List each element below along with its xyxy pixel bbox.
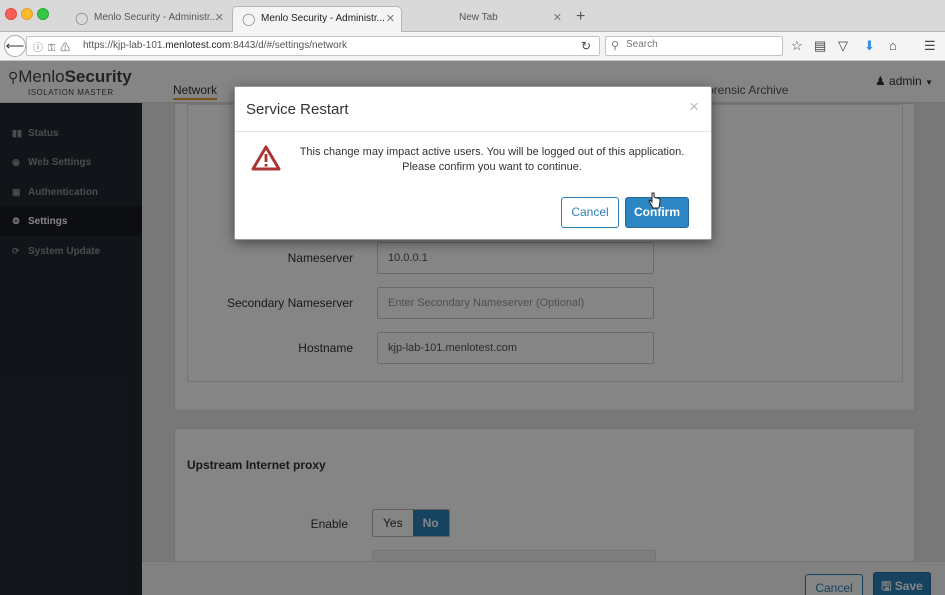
reading-list-icon[interactable]: ▤ xyxy=(814,38,826,54)
tab-close-icon[interactable]: ✕ xyxy=(386,7,395,31)
browser-tab-bar: ◯ Menlo Security - Administr... ✕ ◯ Menl… xyxy=(0,0,945,33)
service-restart-dialog: Service Restart × This change may impact… xyxy=(234,86,712,240)
new-tab-button[interactable]: + xyxy=(576,7,585,27)
hand-cursor-icon xyxy=(648,192,661,209)
modal-header: Service Restart × xyxy=(235,87,711,132)
tab-title: Menlo Security - Administr... xyxy=(261,13,385,24)
maximize-window-button[interactable] xyxy=(37,8,49,20)
url-text[interactable]: https://kjp-lab-101.menlotest.com:8443/d… xyxy=(83,40,347,51)
browser-tab-2[interactable]: ◯ Menlo Security - Administr... ✕ xyxy=(232,6,402,33)
url-bar[interactable]: ⓘ ⚿ ⚠ https://kjp-lab-101.menlotest.com:… xyxy=(26,36,600,56)
search-bar[interactable]: ⚲ xyxy=(605,36,783,56)
reload-icon[interactable]: ↻ xyxy=(581,39,591,53)
modal-message: This change may impact active users. You… xyxy=(287,145,697,175)
tab-close-icon[interactable]: ✕ xyxy=(215,6,224,30)
browser-tab-1[interactable]: ◯ Menlo Security - Administr... ✕ xyxy=(66,6,230,32)
modal-message-line-1: This change may impact active users. You… xyxy=(299,146,685,158)
close-window-button[interactable] xyxy=(5,8,17,20)
home-icon[interactable]: ⌂ xyxy=(889,38,897,54)
browser-nav-bar: ⟵ ⓘ ⚿ ⚠ https://kjp-lab-101.menlotest.co… xyxy=(0,32,945,61)
tab-close-icon[interactable]: ✕ xyxy=(553,6,562,30)
tab-title: New Tab xyxy=(459,12,498,23)
search-input[interactable] xyxy=(626,39,776,50)
bulb-icon: ◯ xyxy=(75,11,89,25)
minimize-window-button[interactable] xyxy=(21,8,33,20)
warning-triangle-icon xyxy=(251,145,281,171)
modal-message-line-2: Please confirm you want to continue. xyxy=(402,161,582,173)
download-icon[interactable]: ⬇ xyxy=(864,38,875,54)
search-icon: ⚲ xyxy=(611,40,620,52)
pocket-icon[interactable]: ▽ xyxy=(838,38,848,54)
back-arrow-icon[interactable]: ⟵ xyxy=(4,35,26,57)
modal-body: This change may impact active users. You… xyxy=(235,133,711,193)
modal-cancel-button[interactable]: Cancel xyxy=(561,197,619,228)
modal-title: Service Restart xyxy=(246,101,349,118)
hamburger-menu-icon[interactable]: ☰ xyxy=(924,38,936,54)
close-icon[interactable]: × xyxy=(689,98,699,116)
browser-tab-3[interactable]: New Tab ✕ xyxy=(404,6,568,32)
tab-title: Menlo Security - Administr... xyxy=(94,12,218,23)
star-icon[interactable]: ☆ xyxy=(791,38,803,54)
bulb-icon: ◯ xyxy=(242,12,256,26)
site-identity-icons[interactable]: ⓘ ⚿ ⚠ xyxy=(33,39,71,54)
